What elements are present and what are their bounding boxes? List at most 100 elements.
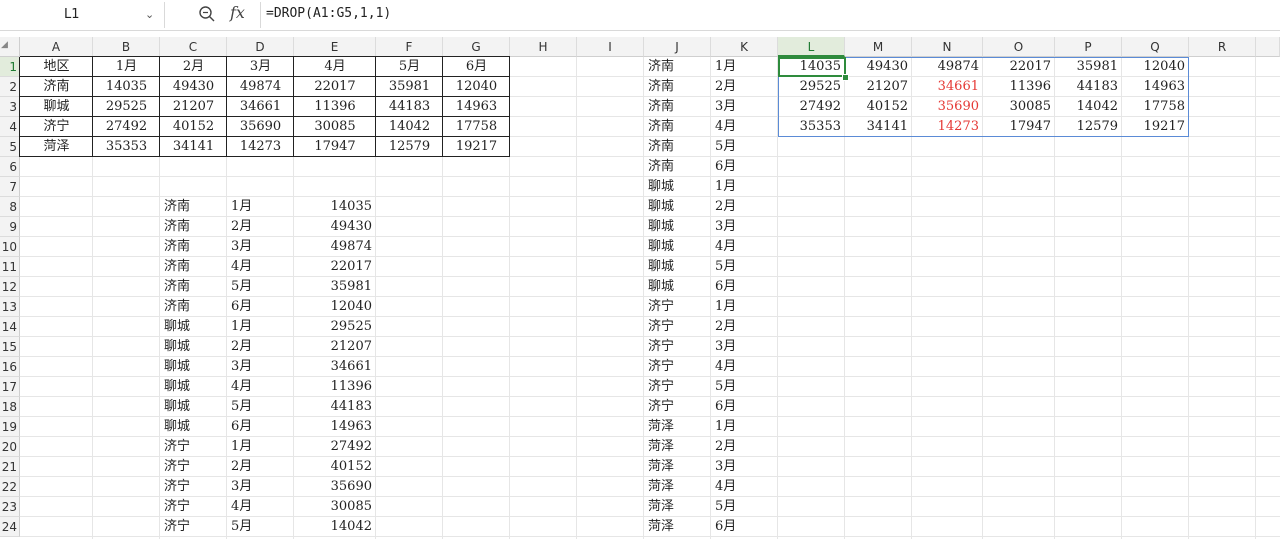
- jk-region-cell[interactable]: 菏泽: [644, 497, 711, 516]
- column-header-I[interactable]: I: [577, 37, 644, 57]
- jk-region-cell[interactable]: 菏泽: [644, 437, 711, 456]
- drop-result-cell[interactable]: 40152: [845, 97, 912, 116]
- row-header-24[interactable]: 24: [0, 517, 20, 537]
- row-header-5[interactable]: 5: [0, 137, 20, 157]
- column-header-D[interactable]: D: [227, 37, 294, 57]
- list-region-cell[interactable]: 济南: [160, 257, 227, 276]
- drop-result-cell[interactable]: 34141: [845, 117, 912, 136]
- drop-result-cell[interactable]: 14035: [778, 57, 845, 76]
- list-region-cell[interactable]: 聊城: [160, 397, 227, 416]
- list-region-cell[interactable]: 济南: [160, 217, 227, 236]
- row-header-10[interactable]: 10: [0, 237, 20, 257]
- jk-month-cell[interactable]: 6月: [711, 277, 778, 296]
- source-header-cell[interactable]: 4月: [294, 57, 376, 76]
- column-header-A[interactable]: A: [20, 37, 93, 57]
- list-value-cell[interactable]: 27492: [294, 437, 376, 456]
- drop-result-cell[interactable]: 34661: [912, 77, 983, 96]
- list-region-cell[interactable]: 济宁: [160, 517, 227, 536]
- list-value-cell[interactable]: 14035: [294, 197, 376, 216]
- list-region-cell[interactable]: 济南: [160, 277, 227, 296]
- drop-result-cell[interactable]: 12040: [1122, 57, 1189, 76]
- row-header-21[interactable]: 21: [0, 457, 20, 477]
- source-data-cell[interactable]: 菏泽: [20, 137, 93, 156]
- source-header-cell[interactable]: 3月: [227, 57, 294, 76]
- source-data-cell[interactable]: 49874: [227, 77, 294, 96]
- column-header-H[interactable]: H: [510, 37, 577, 57]
- drop-result-cell[interactable]: 11396: [983, 77, 1055, 96]
- source-header-cell[interactable]: 6月: [443, 57, 510, 76]
- source-data-cell[interactable]: 14273: [227, 137, 294, 156]
- list-value-cell[interactable]: 14963: [294, 417, 376, 436]
- list-month-cell[interactable]: 5月: [227, 517, 294, 536]
- jk-region-cell[interactable]: 聊城: [644, 197, 711, 216]
- source-header-cell[interactable]: 2月: [160, 57, 227, 76]
- list-month-cell[interactable]: 2月: [227, 457, 294, 476]
- row-header-1[interactable]: 1: [0, 57, 20, 77]
- jk-month-cell[interactable]: 3月: [711, 97, 778, 116]
- source-data-cell[interactable]: 12040: [443, 77, 510, 96]
- jk-month-cell[interactable]: 1月: [711, 57, 778, 76]
- drop-result-cell[interactable]: 17947: [983, 117, 1055, 136]
- jk-region-cell[interactable]: 菏泽: [644, 477, 711, 496]
- jk-month-cell[interactable]: 4月: [711, 477, 778, 496]
- list-region-cell[interactable]: 济宁: [160, 457, 227, 476]
- source-header-cell[interactable]: 地区: [20, 57, 93, 76]
- drop-result-cell[interactable]: 12579: [1055, 117, 1122, 136]
- list-value-cell[interactable]: 49874: [294, 237, 376, 256]
- column-header-E[interactable]: E: [294, 37, 376, 57]
- row-header-6[interactable]: 6: [0, 157, 20, 177]
- list-region-cell[interactable]: 济南: [160, 197, 227, 216]
- column-header-O[interactable]: O: [983, 37, 1055, 57]
- jk-region-cell[interactable]: 聊城: [644, 237, 711, 256]
- jk-region-cell[interactable]: 济宁: [644, 377, 711, 396]
- jk-region-cell[interactable]: 济宁: [644, 317, 711, 336]
- list-month-cell[interactable]: 5月: [227, 397, 294, 416]
- list-value-cell[interactable]: 21207: [294, 337, 376, 356]
- source-data-cell[interactable]: 35690: [227, 117, 294, 136]
- list-value-cell[interactable]: 11396: [294, 377, 376, 396]
- row-header-23[interactable]: 23: [0, 497, 20, 517]
- list-value-cell[interactable]: 12040: [294, 297, 376, 316]
- jk-region-cell[interactable]: 聊城: [644, 257, 711, 276]
- jk-month-cell[interactable]: 4月: [711, 357, 778, 376]
- list-month-cell[interactable]: 6月: [227, 297, 294, 316]
- jk-region-cell[interactable]: 济南: [644, 157, 711, 176]
- fill-handle[interactable]: [842, 74, 849, 81]
- jk-month-cell[interactable]: 5月: [711, 497, 778, 516]
- drop-result-cell[interactable]: 35981: [1055, 57, 1122, 76]
- list-value-cell[interactable]: 34661: [294, 357, 376, 376]
- jk-month-cell[interactable]: 5月: [711, 137, 778, 156]
- column-header-M[interactable]: M: [845, 37, 912, 57]
- drop-result-cell[interactable]: 35353: [778, 117, 845, 136]
- jk-month-cell[interactable]: 1月: [711, 297, 778, 316]
- select-all-corner[interactable]: ◢: [0, 37, 20, 57]
- source-data-cell[interactable]: 22017: [294, 77, 376, 96]
- column-header-B[interactable]: B: [93, 37, 160, 57]
- jk-month-cell[interactable]: 1月: [711, 417, 778, 436]
- list-month-cell[interactable]: 1月: [227, 317, 294, 336]
- row-header-3[interactable]: 3: [0, 97, 20, 117]
- formula-input[interactable]: =DROP(A1:G5,1,1): [266, 6, 391, 21]
- source-data-cell[interactable]: 29525: [93, 97, 160, 116]
- drop-result-cell[interactable]: 49430: [845, 57, 912, 76]
- column-header-Q[interactable]: Q: [1122, 37, 1189, 57]
- column-header-F[interactable]: F: [376, 37, 443, 57]
- jk-region-cell[interactable]: 济宁: [644, 357, 711, 376]
- source-data-cell[interactable]: 济宁: [20, 117, 93, 136]
- source-data-cell[interactable]: 35981: [376, 77, 443, 96]
- column-header-G[interactable]: G: [443, 37, 510, 57]
- list-month-cell[interactable]: 2月: [227, 217, 294, 236]
- jk-month-cell[interactable]: 5月: [711, 257, 778, 276]
- jk-month-cell[interactable]: 1月: [711, 177, 778, 196]
- row-header-11[interactable]: 11: [0, 257, 20, 277]
- column-header-N[interactable]: N: [912, 37, 983, 57]
- jk-month-cell[interactable]: 3月: [711, 337, 778, 356]
- jk-region-cell[interactable]: 济南: [644, 117, 711, 136]
- list-value-cell[interactable]: 22017: [294, 257, 376, 276]
- list-month-cell[interactable]: 5月: [227, 277, 294, 296]
- list-region-cell[interactable]: 聊城: [160, 417, 227, 436]
- jk-month-cell[interactable]: 3月: [711, 457, 778, 476]
- jk-month-cell[interactable]: 4月: [711, 117, 778, 136]
- column-header-L[interactable]: L: [778, 37, 845, 57]
- source-data-cell[interactable]: 40152: [160, 117, 227, 136]
